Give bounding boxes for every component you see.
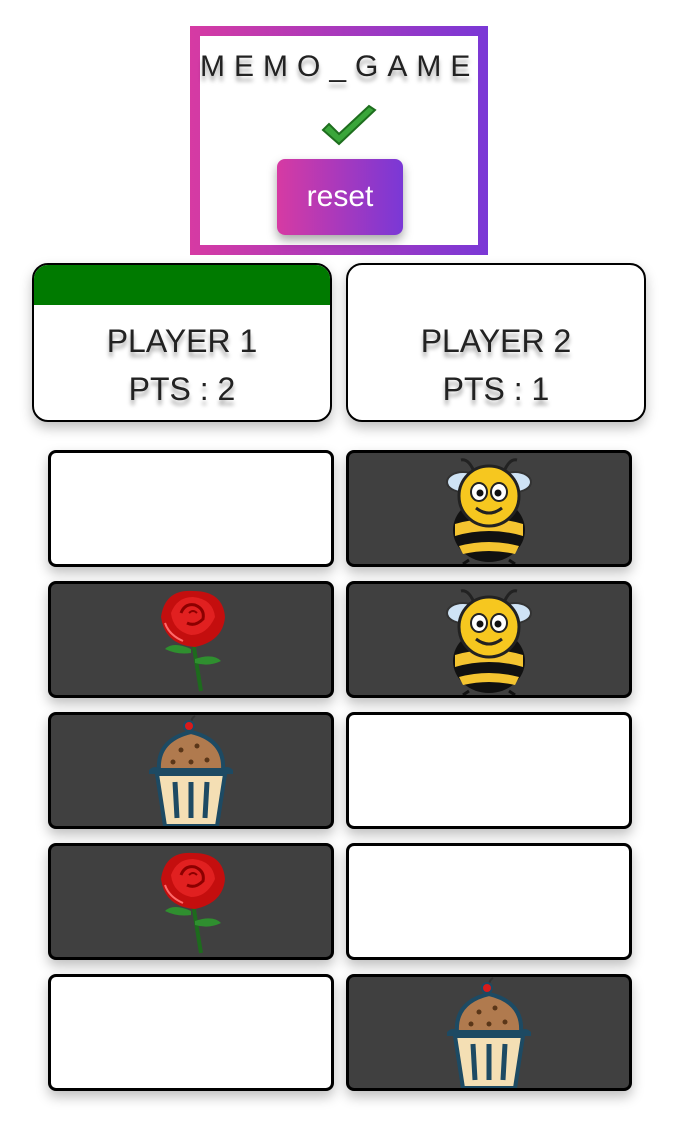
check-icon — [321, 104, 377, 146]
player-score: PTS : 2 — [128, 371, 236, 407]
player-name: PLAYER 1 — [106, 323, 258, 359]
bee-icon — [429, 452, 549, 564]
rose-icon — [131, 845, 251, 957]
memory-card[interactable] — [346, 974, 632, 1091]
cupcake-icon — [131, 714, 251, 826]
memory-card[interactable] — [346, 581, 632, 698]
player-2-panel: PLAYER 2 PTS : 1 — [346, 263, 646, 422]
memory-card[interactable] — [48, 450, 334, 567]
memory-card[interactable] — [346, 712, 632, 829]
rose-icon — [131, 583, 251, 695]
memory-card[interactable] — [48, 581, 334, 698]
player-1-panel: PLAYER 1 PTS : 2 — [32, 263, 332, 422]
player-score: PTS : 1 — [442, 371, 550, 407]
memory-card[interactable] — [346, 843, 632, 960]
memory-card[interactable] — [48, 712, 334, 829]
player-name: PLAYER 2 — [420, 323, 572, 359]
memory-card[interactable] — [48, 843, 334, 960]
cupcake-icon — [429, 976, 549, 1088]
game-header: MEMO_GAME reset — [190, 26, 488, 255]
game-title: MEMO_GAME — [200, 50, 480, 83]
memory-card[interactable] — [346, 450, 632, 567]
bee-icon — [429, 583, 549, 695]
memory-card[interactable] — [48, 974, 334, 1091]
active-turn-indicator — [34, 265, 330, 305]
reset-button[interactable]: reset — [277, 159, 403, 235]
